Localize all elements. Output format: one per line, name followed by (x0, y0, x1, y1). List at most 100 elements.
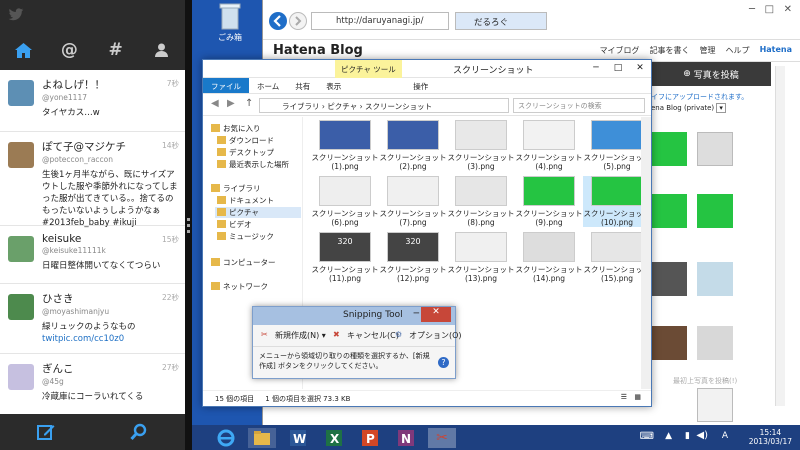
file-item[interactable]: スクリーンショット (13).png (447, 232, 515, 283)
volume-icon[interactable]: ◀) (696, 430, 708, 441)
menu-help[interactable]: ヘルプ (726, 45, 750, 56)
ribbon-tab-view[interactable]: 表示 (318, 78, 349, 93)
post-photo-button[interactable]: ⊕ 写真を投稿 (651, 62, 771, 86)
minimize-button[interactable]: ─ (585, 60, 607, 76)
nav-music[interactable]: ミュージック (215, 231, 274, 242)
page-scrollbar[interactable] (775, 66, 785, 406)
photo-thumb[interactable] (697, 326, 733, 360)
file-item[interactable]: スクリーンショット (3).png (447, 120, 515, 171)
options-button[interactable]: ⚙ オプション(O) (395, 330, 462, 341)
tab-connect[interactable]: @ (46, 36, 92, 64)
photo-thumb[interactable] (697, 194, 733, 228)
menu-my-blog[interactable]: マイブログ (600, 45, 640, 56)
chevron-down-icon[interactable]: ▾ (322, 331, 326, 340)
nav-network[interactable]: ネットワーク (209, 281, 268, 292)
taskbar-explorer[interactable] (248, 428, 276, 448)
menu-manage[interactable]: 管理 (700, 45, 716, 56)
help-icon[interactable]: ? (438, 357, 449, 368)
explorer-scrollbar[interactable] (641, 117, 651, 389)
nav-recent[interactable]: 最近表示した場所 (215, 159, 289, 170)
cancel-button[interactable]: ✖ キャンセル(C) (333, 330, 399, 341)
maximize-button[interactable]: □ (607, 60, 629, 76)
ribbon-tab-manage[interactable]: 操作 (405, 78, 436, 93)
back-icon[interactable]: ◀ (211, 98, 219, 109)
menu-write[interactable]: 記事を書く (650, 45, 690, 56)
nav-documents[interactable]: ドキュメント (215, 195, 274, 206)
photo-thumb[interactable] (651, 194, 687, 228)
tray-arrow-icon[interactable]: ▲ (665, 431, 672, 441)
search-button[interactable] (93, 414, 186, 450)
avatar[interactable] (8, 294, 34, 320)
blog-select[interactable]: ena Blog (private) ▾ (651, 103, 735, 116)
explorer-search-input[interactable]: スクリーンショットの検索 (513, 98, 645, 113)
keyboard-icon[interactable]: ⌨ (640, 431, 654, 442)
forward-button[interactable] (289, 12, 307, 30)
file-item[interactable]: スクリーンショット (8).png (447, 176, 515, 227)
taskbar-onenote[interactable]: N (392, 428, 420, 448)
network-icon[interactable]: ▮ (685, 431, 690, 441)
avatar[interactable] (8, 80, 34, 106)
maximize-button[interactable]: □ (765, 4, 774, 15)
ime-indicator[interactable]: A (722, 431, 728, 441)
file-item[interactable]: 320 スクリーンショット (12).png (379, 232, 447, 283)
file-item[interactable]: スクリーンショット (6).png (311, 176, 379, 227)
hatena-logo[interactable]: Hatena Blog (273, 43, 363, 58)
compose-button[interactable] (0, 414, 93, 450)
nav-libraries[interactable]: ライブラリ (209, 183, 261, 194)
taskbar-excel[interactable]: X (320, 428, 348, 448)
tweet-item[interactable]: よねしげ！！ @yone1117 7秒 タイヤカス…w (0, 70, 185, 132)
avatar[interactable] (8, 236, 34, 262)
photo-thumb[interactable] (651, 326, 687, 360)
nav-videos[interactable]: ビデオ (215, 219, 252, 230)
taskbar-powerpoint[interactable]: P (356, 428, 384, 448)
nav-desktop[interactable]: デスクトップ (215, 147, 274, 158)
ribbon-tab-share[interactable]: 共有 (287, 78, 318, 93)
close-button[interactable]: ✕ (629, 60, 651, 76)
minimize-button[interactable]: ─ (749, 4, 755, 15)
tab-me[interactable] (139, 36, 185, 64)
tweet-item[interactable]: ぽて子@マジケチ @poteccon_raccon 14秒 生後1ヶ月半ながら、… (0, 132, 185, 228)
avatar[interactable] (8, 142, 34, 168)
photo-thumb[interactable] (697, 262, 733, 296)
taskbar-snipping-tool[interactable]: ✂ (428, 428, 456, 448)
back-button[interactable] (269, 12, 287, 30)
file-item[interactable]: スクリーンショット (7).png (379, 176, 447, 227)
photo-thumb[interactable] (651, 132, 687, 166)
address-bar[interactable]: http://daruyanagi.jp/ (311, 12, 449, 30)
file-item[interactable]: スクリーンショット (9).png (515, 176, 583, 227)
tweet-item[interactable]: ひさき @moyashimanjyu 22秒 緑リュックのようなもの twitp… (0, 284, 185, 354)
tab-discover[interactable]: # (93, 36, 139, 64)
nav-pictures[interactable]: ピクチャ (215, 207, 301, 218)
avatar[interactable] (8, 364, 34, 390)
minimize-button[interactable]: ─ (414, 309, 419, 319)
tray-clock[interactable]: 15:14 2013/03/17 (749, 428, 792, 446)
upload-hint[interactable]: 最初上写真を投稿(!) (673, 376, 737, 386)
ribbon-tab-file[interactable]: ファイル (203, 78, 249, 93)
tweet-item[interactable]: ぎんこ @45g 27秒 冷蔵庫にコーラいれてくる (0, 354, 185, 412)
file-item[interactable]: スクリーンショット (4).png (515, 120, 583, 171)
menu-hatena[interactable]: Hatena (760, 45, 792, 56)
new-snip-button[interactable]: ✂ 新規作成(N) ▾ (261, 330, 326, 341)
file-item[interactable]: スクリーンショット (2).png (379, 120, 447, 171)
photo-thumb[interactable] (697, 388, 733, 422)
browser-tab[interactable]: だるろぐ (455, 12, 547, 30)
nav-favorites[interactable]: お気に入り (209, 123, 261, 134)
tweet-link[interactable]: twitpic.com/cc10z0 (42, 334, 124, 344)
ribbon-tab-home[interactable]: ホーム (249, 78, 287, 93)
up-icon[interactable]: ↑ (245, 98, 253, 109)
photo-thumb[interactable] (697, 132, 733, 166)
taskbar-word[interactable]: W (284, 428, 312, 448)
taskbar-ie[interactable] (212, 428, 240, 448)
close-button[interactable]: ✕ (784, 4, 792, 15)
nav-downloads[interactable]: ダウンロード (215, 135, 274, 146)
nav-computer[interactable]: コンピューター (209, 257, 276, 268)
explorer-path[interactable]: ライブラリ › ピクチャ › スクリーンショット (259, 98, 509, 113)
file-item[interactable]: スクリーンショット (14).png (515, 232, 583, 283)
file-item[interactable]: 320 スクリーンショット (11).png (311, 232, 379, 283)
file-item[interactable]: スクリーンショット (1).png (311, 120, 379, 171)
close-button[interactable]: ✕ (421, 307, 451, 322)
tab-home[interactable] (0, 36, 46, 64)
details-view-icon[interactable]: ☰ (621, 393, 627, 401)
forward-icon[interactable]: ▶ (227, 98, 235, 109)
thumbnail-view-icon[interactable]: ▦ (634, 393, 641, 401)
